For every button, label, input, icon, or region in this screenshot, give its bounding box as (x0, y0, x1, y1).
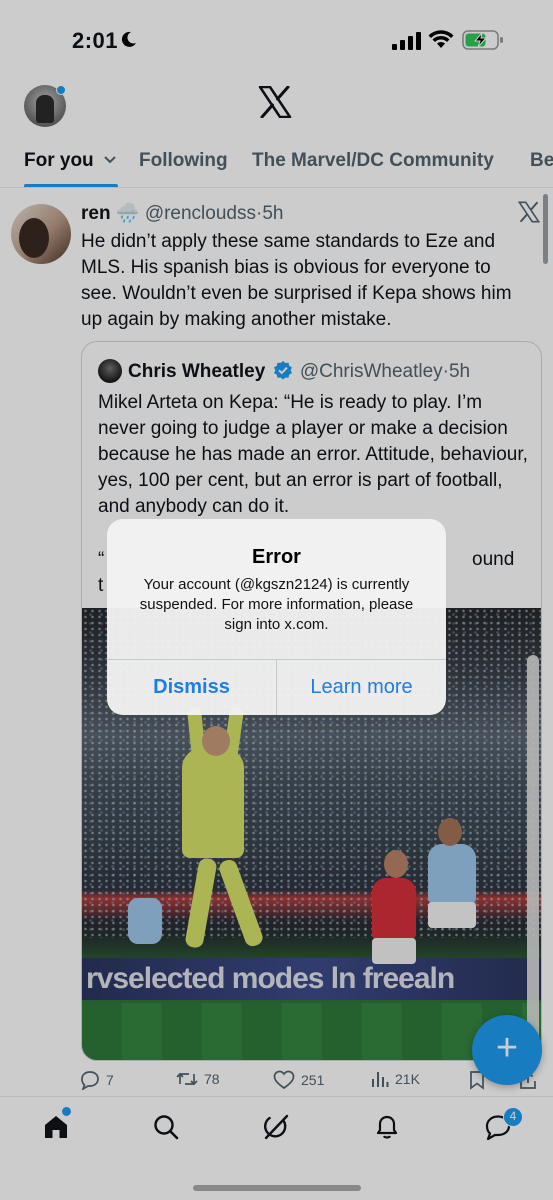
learn-more-button[interactable]: Learn more (277, 659, 446, 715)
alert-title: Error (252, 546, 301, 568)
dismiss-button[interactable]: Dismiss (107, 659, 276, 715)
alert-message: Your account (@kgszn2124) is currently s… (139, 576, 414, 633)
error-alert: Error Your account (@kgszn2124) is curre… (107, 519, 446, 715)
